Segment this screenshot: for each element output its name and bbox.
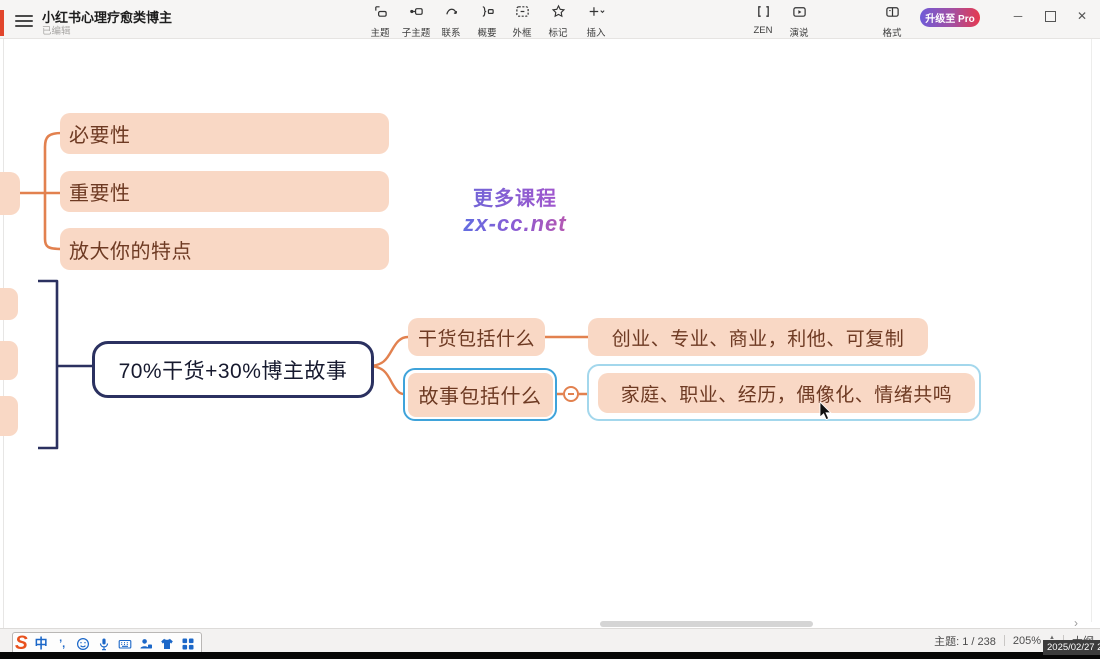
watermark: 更多课程 zx-cc.net [430,182,600,237]
canvas-right-scrollbar-track [1091,38,1092,622]
format-panel-icon [884,4,901,25]
branch-detail-label: 家庭、职业、经历，偶像化、情绪共鸣 [621,380,953,407]
boundary-icon [514,4,531,25]
toolbar-format-button[interactable]: 格式 [872,4,912,36]
topic-node[interactable]: 放大你的特点 [60,228,389,270]
relationship-icon [443,4,460,25]
screen-edge-red-sliver [0,10,4,36]
branch-detail-node[interactable]: 创业、专业、商业，利他、可复制 [588,318,928,356]
toolbar-marker-button[interactable]: 标记 [538,4,578,36]
zen-brackets-icon [755,4,772,25]
mindmap-canvas[interactable]: 更多课程 zx-cc.net 必要性 重要性 放大你的特点 70%干货+30%博… [0,38,1100,628]
document-edit-status: 已编辑 [42,23,71,37]
collapse-toggle-icon[interactable] [563,386,579,402]
topic-counter: 主题: 1 / 238 [934,633,996,649]
canvas-left-edge-line [3,38,4,628]
window-maximize-button[interactable] [1034,0,1066,32]
topic-label: 必要性 [69,119,131,148]
statusbar-divider [1004,635,1005,646]
ime-skin-icon[interactable] [160,636,175,651]
topic-node[interactable]: 重要性 [60,171,389,212]
branch-topic-label: 故事包括什么 [419,380,542,409]
toolbar-relationship-button[interactable]: 联系 [431,4,471,36]
ime-voice-icon[interactable] [97,636,112,651]
bottom-black-bar [0,652,1100,659]
menu-hamburger-icon[interactable] [15,12,33,26]
window-minimize-button[interactable]: ─ [1002,0,1034,32]
summary-topic-label: 70%干货+30%博主故事 [119,355,348,385]
toolbar-topic-button[interactable]: 主题 [360,4,400,36]
topic-node[interactable]: 必要性 [60,113,389,154]
branch-detail-node[interactable]: 家庭、职业、经历，偶像化、情绪共鸣 [598,373,975,413]
toolbar-insert-button[interactable]: 插入 [574,4,618,36]
horizontal-scrollbar-thumb[interactable] [600,621,813,627]
ime-emoji-icon[interactable] [76,636,91,651]
offscreen-topic-node[interactable] [0,396,18,436]
toolbar-presentation-button[interactable]: 演说 [779,4,819,36]
offscreen-topic-node[interactable] [0,341,18,380]
watermark-line2: zx-cc.net [430,211,600,237]
ime-account-icon[interactable] [139,636,154,651]
watermark-line1: 更多课程 [430,182,600,211]
titlebar: 小红书心理疗愈类博主 已编辑 主题 子主题 联系 概要 外框 标记 插入 ZEN… [0,0,1100,39]
star-icon [550,4,567,25]
toolbar-summary-button[interactable]: 概要 [467,4,507,36]
topic-label: 放大你的特点 [69,235,192,264]
play-icon [791,4,808,25]
topic-icon [372,4,389,25]
sogou-ime-logo-icon: S [15,634,28,653]
insert-plus-icon [588,4,605,25]
offscreen-parent-topic-node[interactable] [0,172,20,215]
upgrade-pro-button[interactable]: 升级至 Pro [920,8,980,27]
subtopic-icon [408,4,425,25]
maximize-icon [1045,11,1056,22]
branch-detail-label: 创业、专业、商业，利他、可复制 [612,324,905,351]
ime-toolbox-icon[interactable] [181,636,196,651]
ime-keyboard-icon[interactable] [118,636,133,651]
branch-topic-label: 干货包括什么 [418,324,535,351]
summary-topic-node[interactable]: 70%干货+30%博主故事 [92,341,374,398]
branch-topic-node[interactable]: 干货包括什么 [408,318,545,356]
topic-label: 重要性 [69,177,131,206]
branch-topic-node-selected[interactable]: 故事包括什么 [403,368,557,421]
window-close-button[interactable]: ✕ [1066,0,1098,32]
summary-icon [479,4,496,25]
offscreen-topic-node[interactable] [0,288,18,320]
statusbar: S 中 ’, 主题: 1 / 238 205% ▲▼ 大纲 [0,628,1100,653]
toolbar-boundary-button[interactable]: 外框 [502,4,542,36]
window-controls: ─ ✕ [1002,0,1098,32]
clock-date-tooltip: 2025/02/27 2 [1043,640,1100,655]
toolbar-zen-button[interactable]: ZEN [743,4,783,36]
ime-punctuation-icon[interactable]: ’, [55,636,70,651]
zoom-level[interactable]: 205% [1013,635,1041,647]
toolbar-subtopic-button[interactable]: 子主题 [396,4,436,36]
ime-language-mode-button[interactable]: 中 [34,636,49,651]
